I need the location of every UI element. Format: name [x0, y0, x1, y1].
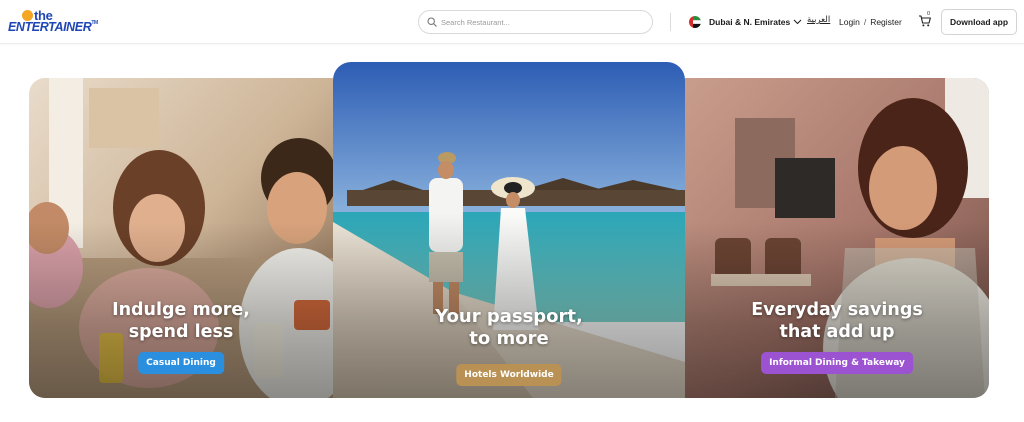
category-tag-hotels-worldwide[interactable]: Hotels Worldwide	[456, 364, 562, 386]
informal-dining-card[interactable]: Everyday savings that add up Informal Di…	[685, 78, 989, 398]
hotels-worldwide-card[interactable]: Your passport, to more Hotels Worldwide	[333, 62, 685, 398]
headline-line-2: to more	[469, 328, 549, 349]
card-headline: Your passport, to more	[333, 306, 685, 350]
card-headline: Indulge more, spend less	[29, 299, 333, 343]
headline-line-2: that add up	[779, 322, 895, 342]
headline-line-2: spend less	[128, 322, 234, 342]
category-tag-informal-dining[interactable]: Informal Dining & Takeway	[761, 352, 913, 374]
headline-line-1: Your passport,	[435, 306, 583, 327]
hero-carousel: Indulge more, spend less Casual Dining Y…	[0, 0, 1024, 422]
headline-line-1: Everyday savings	[751, 300, 923, 320]
card-headline: Everyday savings that add up	[685, 299, 989, 343]
category-tag-casual-dining[interactable]: Casual Dining	[138, 352, 224, 374]
headline-line-1: Indulge more,	[112, 300, 250, 320]
casual-dining-card[interactable]: Indulge more, spend less Casual Dining	[29, 78, 333, 398]
